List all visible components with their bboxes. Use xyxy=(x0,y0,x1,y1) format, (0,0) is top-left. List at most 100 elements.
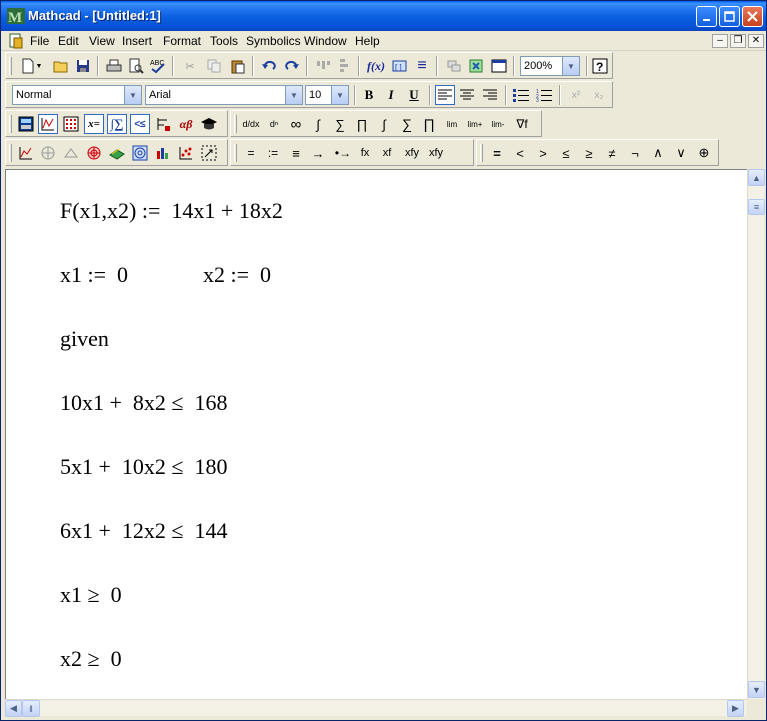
bool-and-button[interactable]: ∧ xyxy=(648,143,668,163)
horizontal-scroll-thumb[interactable]: ‖ xyxy=(22,700,40,717)
bool-equal-button[interactable]: = xyxy=(487,143,507,163)
scroll-right-button[interactable]: ▶ xyxy=(727,700,744,717)
zoom-dropdown-arrow[interactable]: ▼ xyxy=(562,57,579,75)
surface-plot-button[interactable] xyxy=(61,143,81,163)
bool-xor-button[interactable]: ⊕ xyxy=(694,143,714,163)
constraint-x2-nonnegative[interactable]: x2 ≥ 0 xyxy=(60,646,122,672)
eval-symbolic-button[interactable]: → xyxy=(308,143,328,163)
eval-keyword-symbolic-button[interactable]: •→ xyxy=(331,143,355,163)
calculus-toolbar-button[interactable]: ∫∑ xyxy=(107,114,127,134)
nth-derivative-button[interactable]: dⁿ xyxy=(264,114,284,134)
worksheet[interactable]: F(x1,x2) := 14x1 + 18x2 x1 := 0 x2 := 0 … xyxy=(5,169,747,699)
font-size-select[interactable]: 10 ▼ xyxy=(305,85,349,105)
save-button[interactable] xyxy=(73,56,93,76)
graph-toolbar-button[interactable] xyxy=(38,114,58,134)
style-dropdown-arrow[interactable]: ▼ xyxy=(124,86,141,104)
iterated-product-button[interactable]: ∏ xyxy=(419,114,439,134)
matrix-toolbar-button[interactable] xyxy=(61,114,81,134)
style-select[interactable]: Normal ▼ xyxy=(12,85,142,105)
bullets-button[interactable] xyxy=(511,85,531,105)
menu-file[interactable]: File xyxy=(30,34,49,48)
constraint-3[interactable]: 6x1 + 12x2 ≤ 144 xyxy=(60,518,227,544)
insert-hyperlink-button[interactable] xyxy=(444,56,464,76)
polar-plot-button[interactable] xyxy=(38,143,58,163)
scroll-up-button[interactable]: ▲ xyxy=(748,169,765,186)
calculate-button[interactable]: ≡ xyxy=(412,56,432,76)
font-dropdown-arrow[interactable]: ▼ xyxy=(285,86,302,104)
toolbar-grip[interactable] xyxy=(9,115,12,133)
menu-window[interactable]: Window xyxy=(304,34,347,48)
menu-format[interactable]: Format xyxy=(163,34,201,48)
indefinite-integral-button[interactable]: ∫ xyxy=(374,114,394,134)
redo-button[interactable] xyxy=(282,56,302,76)
superscript-button[interactable]: x² xyxy=(566,85,586,105)
eval-global-define-button[interactable]: ≡ xyxy=(286,143,306,163)
menu-view[interactable]: View xyxy=(89,34,115,48)
underline-button[interactable]: U xyxy=(404,85,424,105)
bool-less-equal-button[interactable]: ≤ xyxy=(556,143,576,163)
toolbar-grip[interactable] xyxy=(9,57,12,75)
eval-equals-button[interactable]: = xyxy=(241,143,261,163)
scatter-plot-button[interactable] xyxy=(176,143,196,163)
range-sum-button[interactable]: ∑ xyxy=(330,114,350,134)
align-left-button[interactable] xyxy=(435,85,455,105)
derivative-button[interactable]: d/dx xyxy=(241,114,261,134)
constraint-1[interactable]: 10x1 + 8x2 ≤ 168 xyxy=(60,390,227,416)
doc-restore-button[interactable]: ❐ xyxy=(730,34,746,48)
run-script-button[interactable] xyxy=(489,56,509,76)
postfix-operator-button[interactable]: xf xyxy=(377,143,397,163)
toolbar-grip[interactable] xyxy=(234,115,237,133)
toolbar-grip[interactable] xyxy=(9,144,12,162)
evaluation-toolbar-button[interactable]: x= xyxy=(84,114,104,134)
definite-integral-button[interactable]: ∫ xyxy=(308,114,328,134)
print-button[interactable] xyxy=(104,56,124,76)
constraint-x1-nonnegative[interactable]: x1 ≥ 0 xyxy=(60,582,122,608)
left-limit-button[interactable]: lim- xyxy=(488,114,508,134)
treefix-operator-button[interactable]: xfy xyxy=(425,143,447,163)
zoom-select[interactable]: 200% ▼ xyxy=(520,56,580,76)
infix-operator-button[interactable]: xfy xyxy=(401,143,423,163)
contour-plot-button[interactable] xyxy=(84,143,104,163)
greek-toolbar-button[interactable]: αβ xyxy=(176,114,196,134)
range-product-button[interactable]: ∏ xyxy=(352,114,372,134)
insert-unit-button[interactable]: [ ] xyxy=(390,56,410,76)
programming-toolbar-button[interactable] xyxy=(153,114,173,134)
right-limit-button[interactable]: lim+ xyxy=(465,114,485,134)
symbolic-toolbar-button[interactable] xyxy=(199,114,219,134)
toolbar-grip[interactable] xyxy=(480,144,483,162)
bool-greater-button[interactable]: > xyxy=(533,143,553,163)
constraint-2[interactable]: 5x1 + 10x2 ≤ 180 xyxy=(60,454,227,480)
font-select[interactable]: Arial ▼ xyxy=(145,85,303,105)
eval-define-button[interactable]: := xyxy=(263,143,283,163)
gradient-button[interactable]: ∇f xyxy=(512,114,532,134)
scroll-down-button[interactable]: ▼ xyxy=(748,681,765,698)
infinity-button[interactable]: ∞ xyxy=(286,114,306,134)
vertical-scroll-thumb[interactable]: ≡ xyxy=(748,199,765,215)
bool-not-equal-button[interactable]: ≠ xyxy=(602,143,622,163)
menu-edit[interactable]: Edit xyxy=(58,34,79,48)
align-down-button[interactable] xyxy=(334,56,354,76)
maximize-button[interactable] xyxy=(719,6,740,27)
title-bar[interactable]: M Mathcad - [Untitled:1] xyxy=(1,1,766,31)
align-center-button[interactable] xyxy=(457,85,477,105)
minimize-button[interactable] xyxy=(696,6,717,27)
menu-insert[interactable]: Insert xyxy=(122,34,152,48)
objective-function-definition[interactable]: F(x1,x2) := 14x1 + 18x2 xyxy=(60,198,283,224)
calculator-toolbar-button[interactable] xyxy=(16,114,36,134)
spell-check-button[interactable]: ABC xyxy=(148,56,168,76)
3d-bar-plot-button[interactable] xyxy=(107,143,127,163)
component-wizard-button[interactable] xyxy=(466,56,486,76)
bool-not-button[interactable]: ¬ xyxy=(625,143,645,163)
x1-initial-guess[interactable]: x1 := 0 xyxy=(60,262,128,288)
help-button[interactable]: ? xyxy=(590,56,610,76)
boolean-toolbar-button[interactable]: <≤ xyxy=(130,114,150,134)
cut-button[interactable]: ✂ xyxy=(180,56,200,76)
print-preview-button[interactable] xyxy=(126,56,146,76)
prefix-operator-button[interactable]: fx xyxy=(355,143,375,163)
bold-button[interactable]: B xyxy=(359,85,379,105)
toolbar-grip[interactable] xyxy=(234,144,237,162)
document-icon[interactable] xyxy=(9,33,23,49)
font-size-dropdown-arrow[interactable]: ▼ xyxy=(331,86,348,104)
doc-minimize-button[interactable]: – xyxy=(712,34,728,48)
vertical-scrollbar[interactable]: ▲ ≡ ▼ xyxy=(747,169,765,699)
